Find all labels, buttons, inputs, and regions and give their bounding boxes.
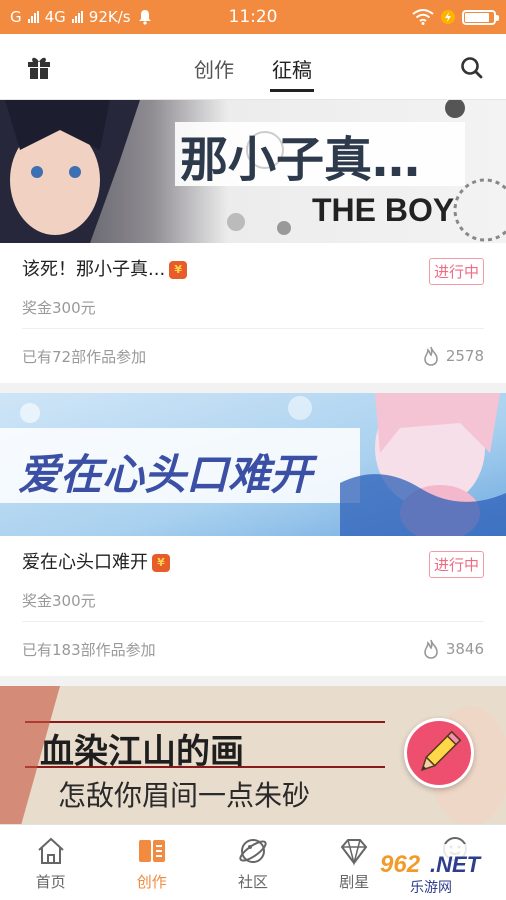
prize-text: 奖金300元: [22, 590, 484, 622]
signal-icon: [71, 11, 83, 23]
nav-label: 社区: [238, 873, 269, 891]
contest-banner[interactable]: 爱在心头口难开: [0, 393, 506, 536]
nav-label: 剧星: [339, 873, 370, 891]
watermark-logo: 962 .NET 乐游网: [372, 844, 502, 896]
contest-banner[interactable]: 那小子真… THE BOY: [0, 100, 506, 243]
planet-icon: [239, 839, 267, 863]
contest-card[interactable]: 那小子真… THE BOY 该死！那小子真... ¥ 进行中 奖金300元 已有…: [0, 100, 506, 383]
contest-title: 该死！那小子真...: [22, 259, 166, 280]
create-pencil-button[interactable]: [404, 718, 474, 788]
coin-badge-icon: ¥: [152, 554, 170, 572]
participants-count: 已有72部作品参加: [22, 347, 147, 366]
contest-title: 爱在心头口难开: [22, 552, 148, 573]
wifi-icon: [412, 9, 434, 25]
home-icon: [37, 837, 64, 864]
banner-title: 血染江山的画: [40, 732, 244, 772]
banner-subtitle: 怎敌你眉间一点朱砂: [58, 779, 311, 812]
nav-item-create[interactable]: 创作: [101, 825, 202, 900]
network-label: 4G: [44, 8, 66, 26]
heat-count: 3846: [445, 640, 484, 658]
svg-text:乐游网: 乐游网: [410, 880, 452, 896]
battery-icon: [462, 9, 499, 25]
pencil-icon: [420, 730, 462, 772]
heat-count: 2578: [445, 347, 484, 365]
nav-label: 首页: [35, 873, 66, 891]
diamond-icon: [340, 839, 368, 866]
fire-icon: [424, 639, 438, 659]
carrier-label: G: [10, 8, 22, 26]
participants-count: 已有183部作品参加: [22, 640, 156, 659]
top-tabs: 创作 征稿: [0, 34, 506, 100]
prize-text: 奖金300元: [22, 297, 484, 329]
banner-title: 那小子真…: [180, 132, 421, 188]
notification-bell-icon: [138, 10, 151, 25]
status-bar: G 4G 92K/s 11:20: [0, 0, 506, 34]
top-header: 创作 征稿: [0, 34, 506, 100]
speed-label: 92K/s: [88, 8, 131, 26]
contest-feed: 那小子真… THE BOY 该死！那小子真... ¥ 进行中 奖金300元 已有…: [0, 100, 506, 824]
charging-icon: [441, 10, 455, 24]
nav-item-home[interactable]: 首页: [0, 825, 101, 900]
tab-create[interactable]: 创作: [194, 34, 234, 100]
tab-submission[interactable]: 征稿: [270, 34, 314, 100]
signal-icon: [27, 11, 39, 23]
svg-text:.NET: .NET: [430, 852, 482, 877]
status-badge: 进行中: [428, 258, 484, 285]
nav-item-community[interactable]: 社区: [202, 825, 303, 900]
search-icon[interactable]: [460, 56, 484, 80]
svg-text:962: 962: [380, 851, 421, 878]
coin-badge-icon: ¥: [169, 261, 188, 279]
banner-title: 爱在心头口难开: [18, 450, 313, 499]
fire-icon: [424, 346, 438, 366]
status-badge: 进行中: [428, 551, 484, 578]
contest-card[interactable]: 爱在心头口难开 爱在心头口难开 ¥ 进行中 奖金300元 已有183部作品参加 …: [0, 393, 506, 676]
banner-subtitle: THE BOY: [312, 192, 455, 228]
nav-label: 创作: [136, 873, 167, 891]
book-icon: [138, 840, 165, 862]
